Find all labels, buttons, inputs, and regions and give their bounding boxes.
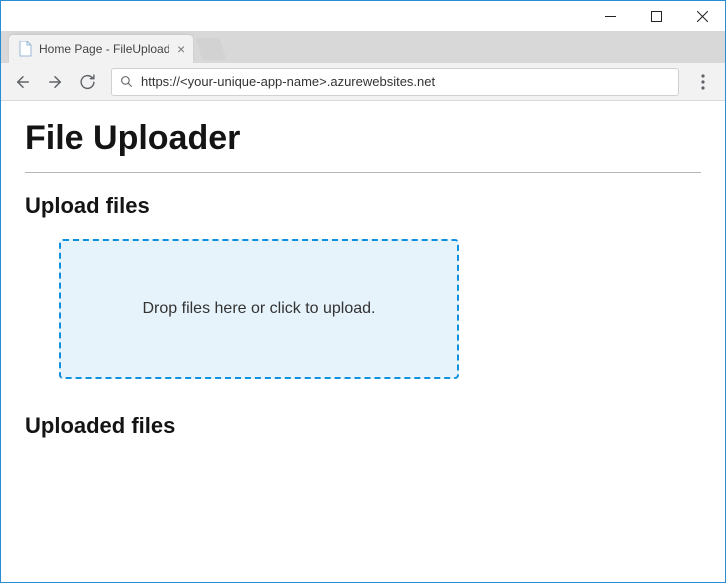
address-text: https://<your-unique-app-name>.azurewebs… [141, 74, 670, 89]
upload-files-heading: Upload files [25, 193, 701, 219]
uploaded-files-heading: Uploaded files [25, 413, 701, 439]
file-icon [17, 41, 33, 57]
arrow-right-icon [46, 73, 64, 91]
page-title: File Uploader [25, 119, 701, 158]
arrow-left-icon [14, 73, 32, 91]
new-tab-button[interactable] [196, 38, 227, 60]
maximize-icon [651, 11, 662, 22]
search-icon [120, 75, 133, 88]
address-bar[interactable]: https://<your-unique-app-name>.azurewebs… [111, 68, 679, 96]
window-close-button[interactable] [679, 1, 725, 31]
reload-button[interactable] [73, 68, 101, 96]
kebab-icon [701, 74, 705, 90]
forward-button[interactable] [41, 68, 69, 96]
divider [25, 172, 701, 173]
back-button[interactable] [9, 68, 37, 96]
window-maximize-button[interactable] [633, 1, 679, 31]
window-title-bar [1, 1, 725, 31]
browser-tab-active[interactable]: Home Page - FileUploade × [9, 35, 193, 63]
window-frame: Home Page - FileUploade × https://<your-… [0, 0, 726, 583]
minimize-icon [605, 11, 616, 22]
tab-strip: Home Page - FileUploade × [1, 31, 725, 63]
browser-toolbar: https://<your-unique-app-name>.azurewebs… [1, 63, 725, 101]
page-content: File Uploader Upload files Drop files he… [1, 101, 725, 582]
tab-close-button[interactable]: × [177, 41, 185, 57]
dropzone-text: Drop files here or click to upload. [143, 300, 376, 318]
reload-icon [79, 73, 96, 90]
browser-menu-button[interactable] [689, 68, 717, 96]
dropzone[interactable]: Drop files here or click to upload. [59, 239, 459, 379]
tab-title: Home Page - FileUploade [39, 42, 169, 56]
close-icon [697, 11, 708, 22]
window-minimize-button[interactable] [587, 1, 633, 31]
